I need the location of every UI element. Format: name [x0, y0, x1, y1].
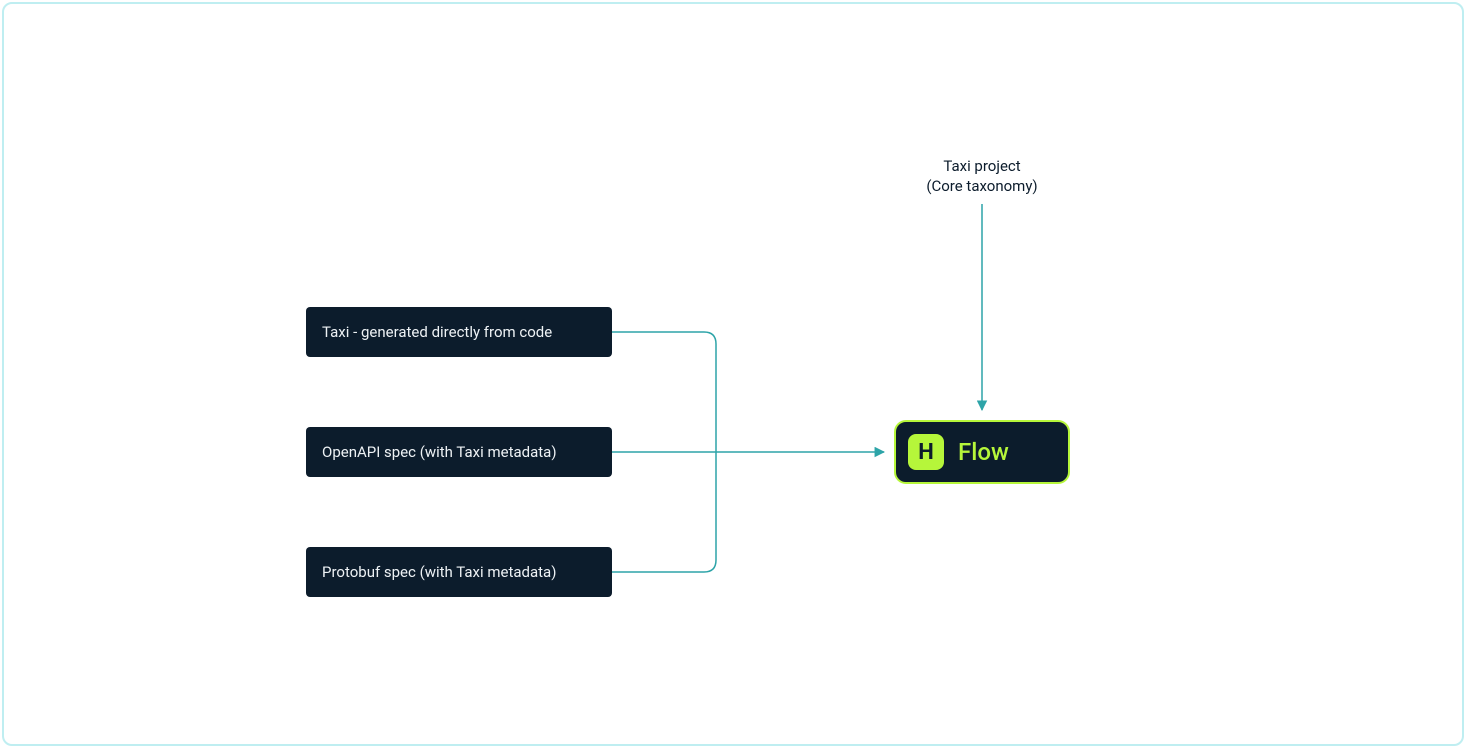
top-annotation-line2: (Core taxonomy) — [882, 176, 1082, 196]
source-box-protobuf-label: Protobuf spec (with Taxi metadata) — [322, 563, 556, 581]
top-annotation-line1: Taxi project — [882, 156, 1082, 176]
source-box-protobuf: Protobuf spec (with Taxi metadata) — [306, 547, 612, 597]
flow-node: H Flow — [894, 420, 1070, 484]
flow-logo-icon: H — [908, 434, 944, 470]
diagram-frame: Taxi project (Core taxonomy) Taxi - gene… — [2, 2, 1464, 746]
flow-logo-letter: H — [918, 440, 934, 465]
connector-lines — [4, 4, 1466, 748]
source-box-openapi-label: OpenAPI spec (with Taxi metadata) — [322, 443, 557, 461]
top-annotation: Taxi project (Core taxonomy) — [882, 156, 1082, 197]
source-box-openapi: OpenAPI spec (with Taxi metadata) — [306, 427, 612, 477]
source-box-taxi: Taxi - generated directly from code — [306, 307, 612, 357]
flow-label: Flow — [958, 438, 1009, 466]
source-box-taxi-label: Taxi - generated directly from code — [322, 323, 552, 341]
